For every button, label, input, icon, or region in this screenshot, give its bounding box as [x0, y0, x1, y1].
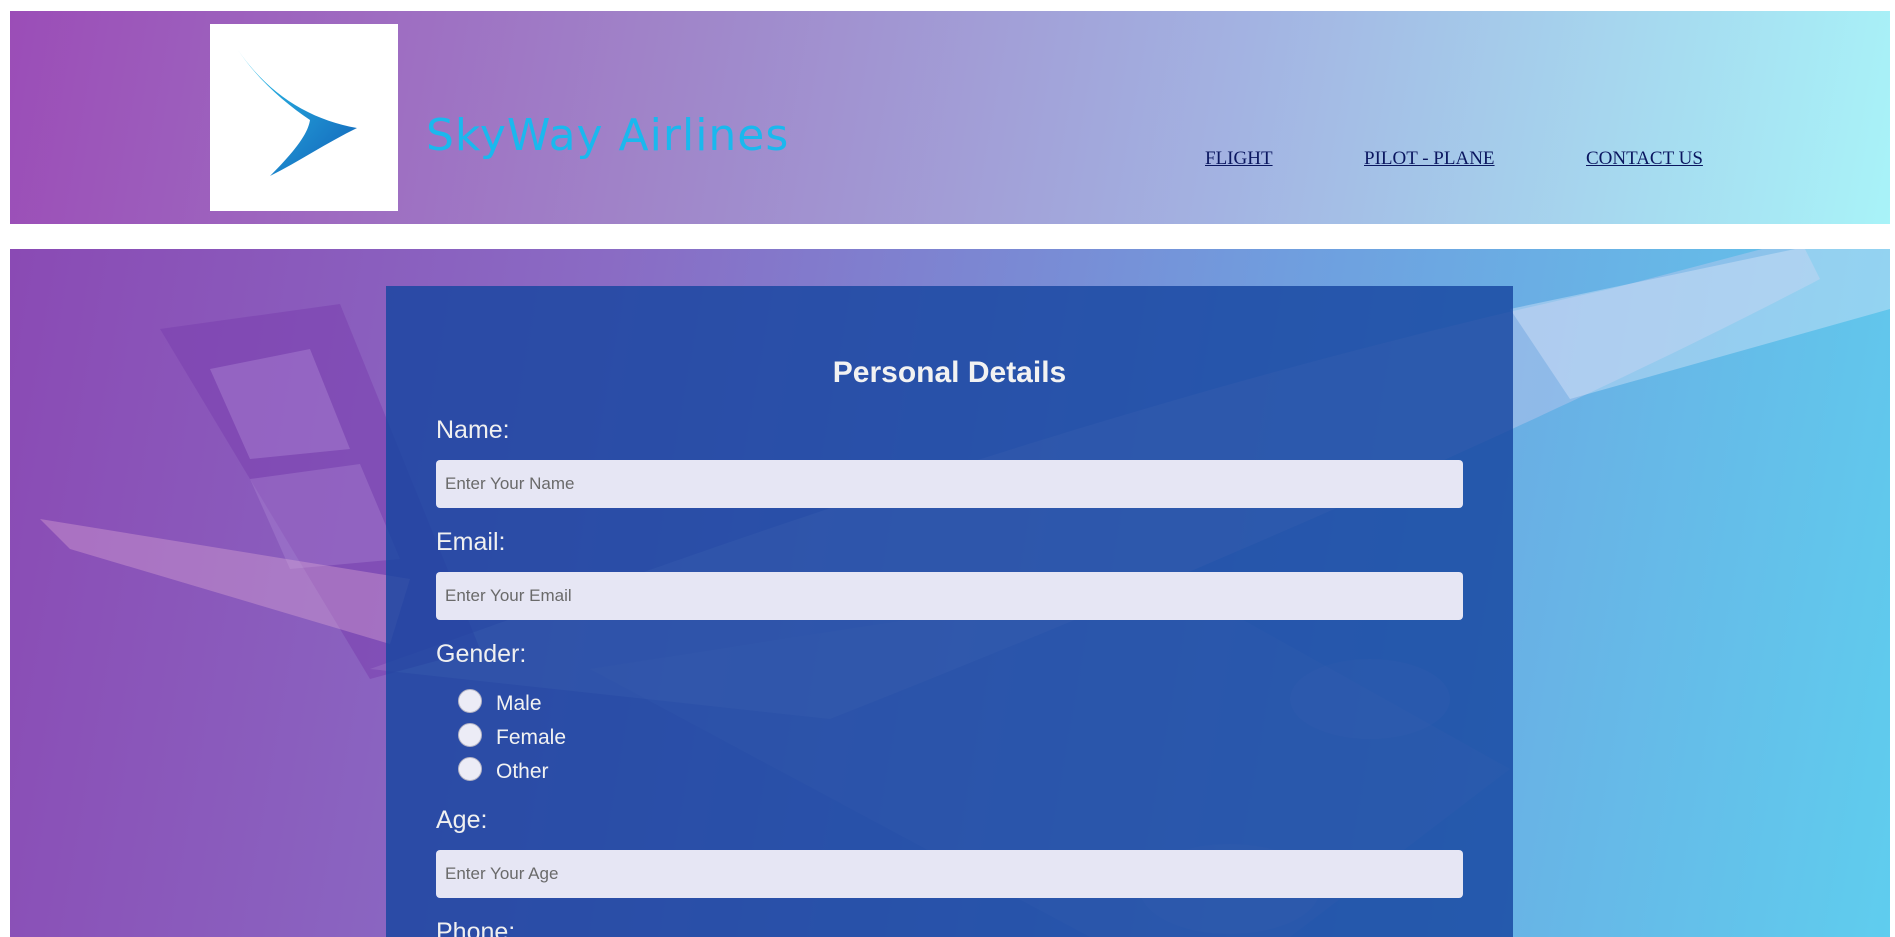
name-input[interactable]	[436, 460, 1463, 508]
radio-male[interactable]	[458, 689, 482, 713]
email-label: Email:	[436, 528, 506, 556]
site-header: SkyWay Airlines FLIGHT PILOT - PLANE CON…	[10, 11, 1890, 224]
radio-label-male: Male	[496, 692, 542, 715]
airline-logo-icon[interactable]	[210, 24, 398, 211]
gender-label: Gender:	[436, 640, 527, 668]
radio-label-other: Other	[496, 760, 549, 783]
email-input[interactable]	[436, 572, 1463, 620]
age-input[interactable]	[436, 850, 1463, 898]
form-title: Personal Details	[832, 356, 1067, 389]
brand-name: SkyWay Airlines	[426, 110, 790, 161]
phone-label: Phone:	[436, 918, 516, 937]
hero-section: Personal Details Name: Email: Gender: Ma…	[10, 249, 1890, 937]
personal-details-form: Personal Details Name: Email: Gender: Ma…	[386, 286, 1513, 937]
radio-other[interactable]	[458, 757, 482, 781]
nav-link-flight[interactable]: FLIGHT	[1205, 148, 1273, 170]
radio-female[interactable]	[458, 723, 482, 747]
nav-link-pilot-plane[interactable]: PILOT - PLANE	[1364, 148, 1495, 170]
name-label: Name:	[436, 416, 510, 444]
radio-label-female: Female	[496, 726, 567, 749]
age-label: Age:	[436, 806, 488, 834]
nav-link-contact-us[interactable]: CONTACT US	[1586, 148, 1703, 170]
